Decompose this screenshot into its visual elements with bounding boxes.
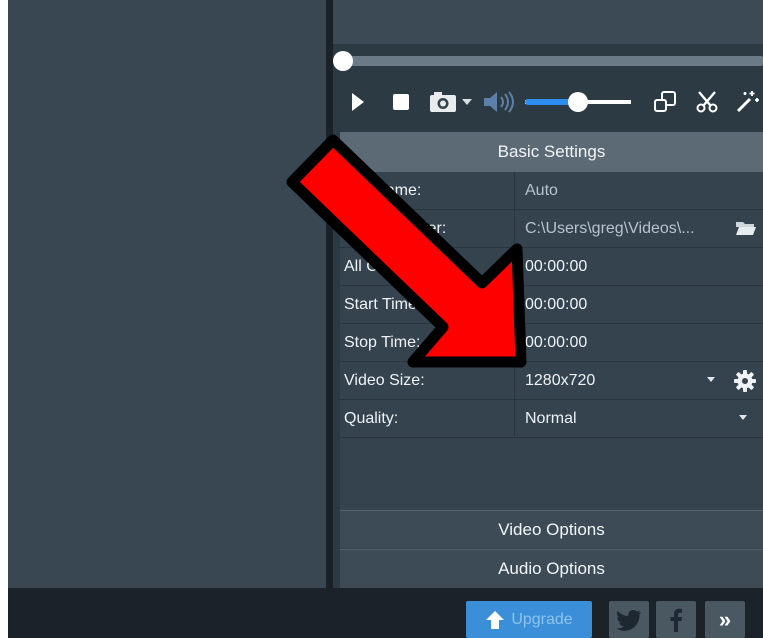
- more-button[interactable]: »: [705, 601, 745, 638]
- setting-label: File Name:: [344, 182, 422, 199]
- scissors-icon: [696, 91, 718, 113]
- snapshot-button[interactable]: [428, 80, 458, 124]
- chevron-down-icon[interactable]: [707, 377, 715, 382]
- video-size-select[interactable]: 1280x720: [514, 362, 763, 399]
- popout-icon: [654, 91, 676, 112]
- upgrade-button[interactable]: Upgrade: [466, 601, 592, 638]
- stop-button[interactable]: [388, 80, 414, 124]
- right-pane: Basic Settings File Name: Auto Output Fo…: [333, 0, 763, 588]
- seek-bar[interactable]: [343, 56, 763, 66]
- seek-handle[interactable]: [333, 51, 353, 71]
- stop-time-field[interactable]: 00:00:00: [514, 324, 763, 361]
- app-window: Basic Settings File Name: Auto Output Fo…: [8, 0, 763, 638]
- play-icon: [352, 93, 364, 111]
- facebook-icon: [670, 608, 682, 632]
- speaker-icon: [484, 91, 514, 113]
- mute-button[interactable]: [481, 80, 521, 124]
- setting-row-quality: Quality: Normal: [340, 400, 763, 438]
- start-time-field[interactable]: 00:00:00: [514, 286, 763, 323]
- settings-panel: Basic Settings File Name: Auto Output Fo…: [340, 132, 763, 588]
- gear-icon[interactable]: [733, 369, 757, 393]
- folder-open-icon[interactable]: [735, 219, 757, 237]
- popout-button[interactable]: [651, 80, 679, 124]
- play-button[interactable]: [345, 80, 371, 124]
- setting-row-all-conversion: All Conversion: 00:00:00: [340, 248, 763, 286]
- twitter-icon: [616, 609, 641, 631]
- video-preview: [333, 0, 763, 44]
- video-options-header[interactable]: Video Options: [340, 510, 763, 548]
- stop-icon: [393, 94, 409, 110]
- upgrade-label: Upgrade: [511, 610, 573, 628]
- setting-value: 00:00:00: [525, 296, 588, 313]
- setting-row-video-size: Video Size: 1280x720: [340, 362, 763, 400]
- twitter-button[interactable]: [609, 601, 649, 638]
- pane-splitter[interactable]: [326, 0, 333, 588]
- setting-row-stop-time: Stop Time: 00:00:00: [340, 324, 763, 362]
- setting-row-start-time: Start Time: 00:00:00: [340, 286, 763, 324]
- footer-bar: Upgrade »: [8, 588, 763, 638]
- magic-button[interactable]: [733, 80, 761, 124]
- chevron-down-icon[interactable]: [739, 415, 747, 420]
- chevron-down-icon: [462, 99, 472, 105]
- snapshot-dropdown[interactable]: [460, 80, 474, 124]
- setting-label: All Conversion:: [344, 258, 452, 275]
- magic-wand-icon: [736, 91, 759, 113]
- file-name-field[interactable]: Auto: [514, 172, 763, 209]
- setting-value: 00:00:00: [525, 334, 588, 351]
- volume-handle[interactable]: [568, 92, 588, 112]
- double-chevron-right-icon: »: [718, 606, 732, 632]
- setting-label: Video Size:: [344, 372, 425, 389]
- setting-value: C:\Users\greg\Videos\...: [525, 220, 695, 237]
- setting-value: 00:00:00: [525, 258, 588, 275]
- setting-value: 1280x720: [525, 372, 596, 389]
- setting-value: Normal: [525, 410, 577, 427]
- setting-label: Stop Time:: [344, 334, 421, 351]
- output-folder-field[interactable]: C:\Users\greg\Videos\...: [514, 210, 763, 247]
- setting-row-file-name: File Name: Auto: [340, 172, 763, 210]
- all-conversion-field[interactable]: 00:00:00: [514, 248, 763, 285]
- setting-label: Output Folder:: [344, 220, 447, 237]
- audio-options-header[interactable]: Audio Options: [340, 549, 763, 588]
- setting-row-output-folder: Output Folder: C:\Users\greg\Videos\...: [340, 210, 763, 248]
- setting-value: Auto: [525, 182, 558, 199]
- facebook-button[interactable]: [656, 601, 696, 638]
- setting-label: Quality:: [344, 410, 399, 427]
- quality-select[interactable]: Normal: [514, 400, 763, 437]
- arrow-up-icon: [486, 610, 505, 629]
- basic-settings-header[interactable]: Basic Settings: [340, 132, 763, 172]
- setting-label: Start Time:: [344, 296, 422, 313]
- cut-button[interactable]: [693, 80, 721, 124]
- file-list-pane[interactable]: [8, 0, 326, 588]
- camera-icon: [430, 92, 456, 112]
